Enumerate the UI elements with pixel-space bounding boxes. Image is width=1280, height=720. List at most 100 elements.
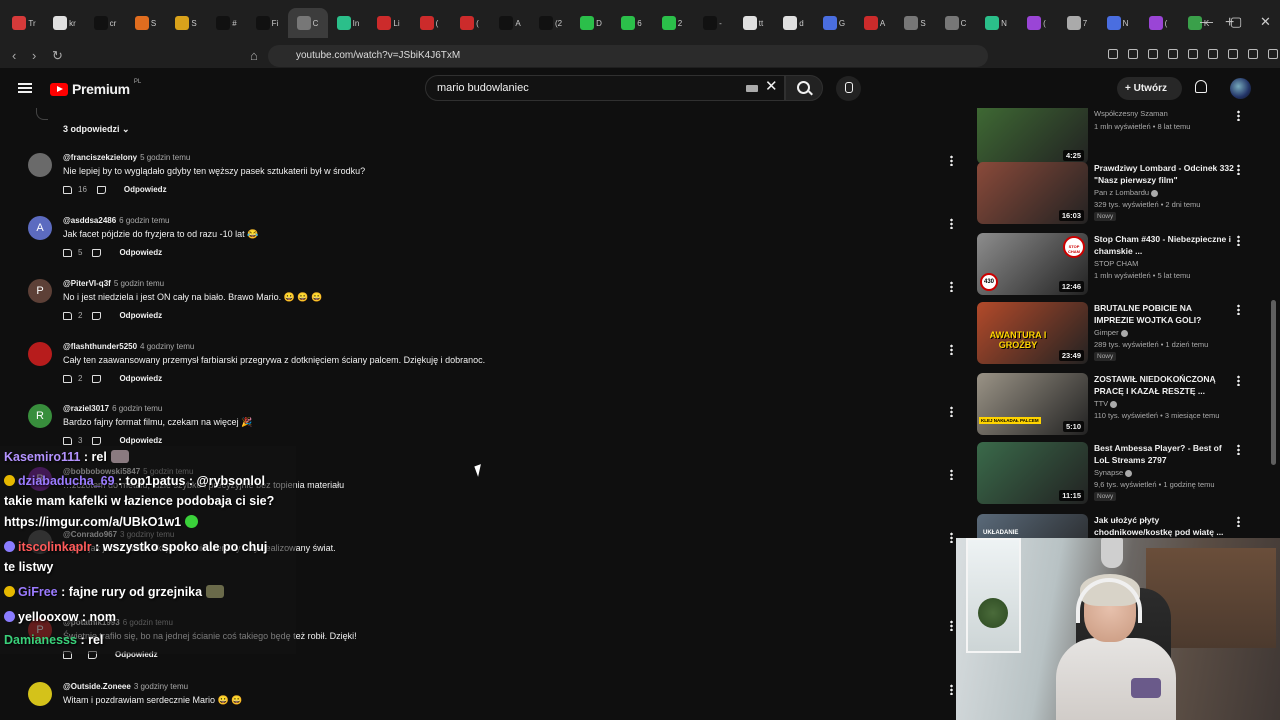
- comment-time[interactable]: 5 godzin temu: [114, 279, 164, 288]
- search-input[interactable]: mario budowlaniec: [425, 75, 785, 101]
- url-field[interactable]: youtube.com/watch?v=JSbiK4J6TxM: [268, 45, 988, 67]
- browser-tab[interactable]: N: [976, 8, 1016, 38]
- more-options-icon[interactable]: [950, 344, 953, 355]
- more-options-icon[interactable]: [1237, 304, 1240, 315]
- browser-tab[interactable]: cr: [85, 8, 125, 38]
- like-icon[interactable]: [63, 436, 72, 445]
- browser-tab[interactable]: 7: [1057, 8, 1097, 38]
- comment-author[interactable]: @PiterVI-q3f 5 godzin temu: [63, 279, 164, 288]
- video-thumbnail[interactable]: 4:25: [977, 108, 1088, 164]
- dislike-icon[interactable]: [92, 436, 102, 445]
- browser-tab[interactable]: -: [693, 8, 733, 38]
- comment-author[interactable]: @raziel3017 6 godzin temu: [63, 404, 162, 413]
- comment-time[interactable]: 6 godzin temu: [112, 404, 162, 413]
- comment-time[interactable]: 3 godziny temu: [134, 682, 188, 691]
- minimize-icon[interactable]: —: [1200, 14, 1213, 29]
- browser-tab[interactable]: Tr: [4, 8, 44, 38]
- video-channel[interactable]: Synapse: [1094, 468, 1133, 477]
- video-title[interactable]: Prawdziwy Lombard - Odcinek 332 "Nasz pi…: [1094, 162, 1234, 186]
- comment-author-name[interactable]: @flashthunder5250: [63, 342, 137, 351]
- dislike-icon[interactable]: [92, 248, 102, 257]
- menu-icon[interactable]: [18, 83, 32, 93]
- more-options-icon[interactable]: [950, 281, 953, 292]
- recommended-video[interactable]: 12:46 STOP CHAM 430 Stop Cham #430 - Niebez…: [975, 233, 1265, 295]
- replies-toggle[interactable]: 3 odpowiedzi ⌄: [63, 124, 130, 135]
- video-thumbnail[interactable]: 5:10 KLEJ NAKŁADAŁ PALCEM: [977, 373, 1088, 435]
- browser-tab[interactable]: tt: [733, 8, 773, 38]
- reply-button[interactable]: Odpowiedz: [119, 311, 162, 320]
- like-icon[interactable]: [63, 374, 72, 383]
- like-icon[interactable]: [63, 311, 72, 320]
- video-channel[interactable]: Gimper: [1094, 328, 1128, 337]
- close-window-icon[interactable]: ✕: [1260, 14, 1271, 30]
- browser-tab[interactable]: (: [450, 8, 490, 38]
- youtube-logo[interactable]: Premium PL: [50, 79, 141, 97]
- channel-name[interactable]: STOP CHAM: [1094, 259, 1138, 268]
- reload-icon[interactable]: ↻: [52, 48, 63, 64]
- comment-avatar[interactable]: R: [28, 404, 52, 428]
- browser-tab[interactable]: Fi: [247, 8, 287, 38]
- comment-author-name[interactable]: @PiterVI-q3f: [63, 279, 111, 288]
- recommended-video[interactable]: 5:10 KLEJ NAKŁADAŁ PALCEM ZOSTAWIŁ NIEDOKO…: [975, 373, 1265, 435]
- video-thumbnail[interactable]: UKŁADANIE: [977, 514, 1088, 538]
- more-options-icon[interactable]: [1237, 375, 1240, 386]
- comment-author-name[interactable]: @asddsa2486: [63, 216, 116, 225]
- dislike-icon[interactable]: [92, 311, 102, 320]
- comment-time[interactable]: 6 godzin temu: [119, 216, 169, 225]
- browser-tab[interactable]: d: [774, 8, 814, 38]
- video-thumbnail[interactable]: 12:46 STOP CHAM 430: [977, 233, 1088, 295]
- chat-username[interactable]: Kasemiro111: [4, 450, 80, 464]
- video-title[interactable]: Jak ułożyć płyty chodnikowe/kostkę pod w…: [1094, 514, 1234, 538]
- video-title[interactable]: ZOSTAWIŁ NIEDOKOŃCZONĄ PRACĘ I KAZAŁ RES…: [1094, 373, 1234, 397]
- forward-icon[interactable]: ›: [32, 48, 36, 63]
- browser-tab[interactable]: (2: [531, 8, 571, 38]
- keyboard-icon[interactable]: [746, 85, 758, 92]
- extension-icon[interactable]: [1188, 49, 1198, 59]
- recommended-video[interactable]: 16:03 Prawdziwy Lombard - Odcinek 332 "Na…: [975, 162, 1265, 224]
- extension-icon[interactable]: [1248, 49, 1258, 59]
- browser-tab[interactable]: (: [1138, 8, 1178, 38]
- chat-username[interactable]: Damianesss: [4, 633, 77, 647]
- browser-tab[interactable]: A: [855, 8, 895, 38]
- browser-tab[interactable]: A: [490, 8, 530, 38]
- recommended-video[interactable]: 4:25 Współczesny Szaman 1 mln wyświetleń •…: [975, 108, 1265, 170]
- more-options-icon[interactable]: [950, 469, 953, 480]
- like-icon[interactable]: [63, 185, 72, 194]
- browser-tab[interactable]: G: [814, 8, 854, 38]
- browser-tab[interactable]: C: [936, 8, 976, 38]
- comment-author-name[interactable]: @raziel3017: [63, 404, 109, 413]
- browser-tab[interactable]: N: [1098, 8, 1138, 38]
- comment-author[interactable]: @asddsa2486 6 godzin temu: [63, 216, 169, 225]
- browser-tab[interactable]: S: [166, 8, 206, 38]
- more-options-icon[interactable]: [1237, 110, 1240, 121]
- channel-name[interactable]: TTV: [1094, 399, 1108, 408]
- video-channel[interactable]: STOP CHAM: [1094, 259, 1138, 268]
- reply-button[interactable]: Odpowiedz: [119, 248, 162, 257]
- recommended-video[interactable]: 11:15 Best Ambessa Player? - Best of LoL …: [975, 442, 1265, 504]
- browser-tab[interactable]: (: [409, 8, 449, 38]
- extension-icon[interactable]: [1268, 49, 1278, 59]
- recommended-video[interactable]: UKŁADANIE Jak ułożyć płyty chodnikowe/kos…: [975, 514, 1265, 538]
- comment-avatar[interactable]: P: [28, 279, 52, 303]
- more-options-icon[interactable]: [950, 532, 953, 543]
- channel-name[interactable]: Synapse: [1094, 468, 1123, 477]
- dislike-icon[interactable]: [92, 374, 102, 383]
- more-options-icon[interactable]: [1237, 444, 1240, 455]
- browser-tab[interactable]: kr: [45, 8, 85, 38]
- browser-tab[interactable]: #: [207, 8, 247, 38]
- browser-tab[interactable]: Li: [369, 8, 409, 38]
- chat-username[interactable]: GiFree: [18, 585, 58, 599]
- chat-username[interactable]: dziabaducha_69: [18, 474, 115, 488]
- reply-button[interactable]: Odpowiedz: [119, 374, 162, 383]
- more-options-icon[interactable]: [1237, 164, 1240, 175]
- more-options-icon[interactable]: [950, 406, 953, 417]
- more-options-icon[interactable]: [950, 620, 953, 631]
- extension-icon[interactable]: [1128, 49, 1138, 59]
- browser-tab[interactable]: S: [895, 8, 935, 38]
- notifications-icon[interactable]: [1195, 80, 1207, 93]
- page-scrollbar[interactable]: [1271, 300, 1276, 465]
- video-channel[interactable]: TTV: [1094, 399, 1118, 408]
- comment-author[interactable]: @Outside.Zoneee 3 godziny temu: [63, 682, 188, 691]
- channel-name[interactable]: Pan z Lombardu: [1094, 188, 1149, 197]
- dislike-icon[interactable]: [96, 185, 106, 194]
